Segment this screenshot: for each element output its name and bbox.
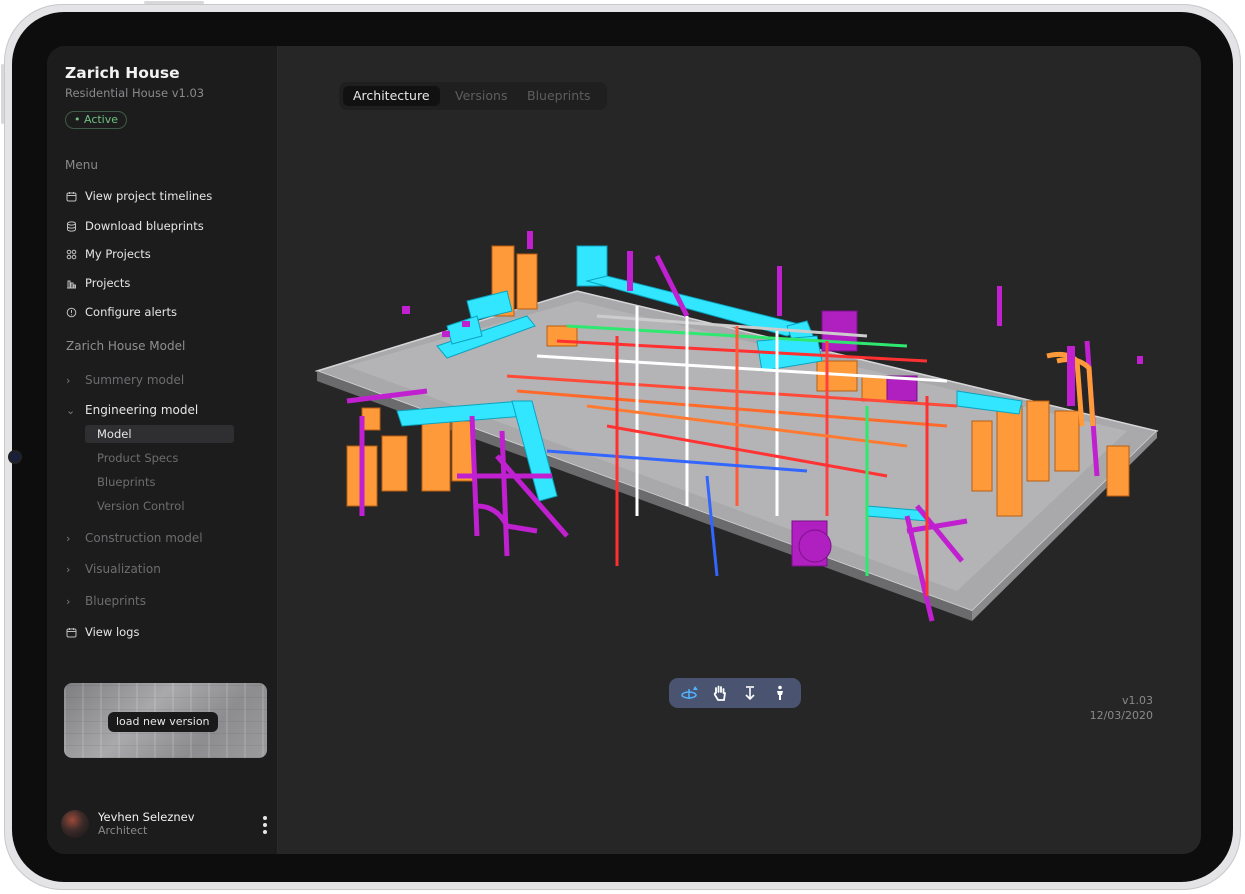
tablet-bezel: Zarich House Residential House v1.03 • A… — [10, 12, 1233, 882]
sidebar: Zarich House Residential House v1.03 • A… — [47, 46, 278, 854]
info-icon — [65, 306, 77, 318]
tree-label: Summery model — [85, 373, 185, 387]
nav-configure-alerts[interactable]: Configure alerts — [65, 302, 177, 322]
tree-summery-model[interactable]: › Summery model — [66, 370, 184, 390]
camera-icon — [10, 452, 20, 462]
version-date: 12/03/2020 — [1089, 709, 1153, 722]
tree-label: Engineering model — [85, 403, 199, 417]
tree-label: Visualization — [85, 562, 161, 576]
calendar-icon — [65, 190, 77, 202]
tab-blueprints[interactable]: Blueprints — [517, 86, 601, 106]
nav-label: Projects — [85, 276, 131, 290]
power-button — [144, 1, 204, 4]
status-badge: • Active — [65, 111, 128, 129]
nav-label: View project timelines — [85, 189, 213, 203]
nav-my-projects[interactable]: My Projects — [65, 244, 151, 264]
chart-icon — [65, 277, 77, 289]
database-icon — [65, 220, 77, 232]
calendar-icon — [65, 626, 77, 638]
sub-item-blueprints[interactable]: Blueprints — [85, 473, 234, 491]
tree-construction-model[interactable]: › Construction model — [66, 528, 203, 548]
orbit-icon[interactable] — [679, 682, 701, 704]
chevron-down-icon: ⌄ — [66, 403, 76, 417]
nav-view-logs[interactable]: View logs — [65, 622, 139, 642]
avatar[interactable] — [61, 810, 89, 838]
sub-item-product-specs[interactable]: Product Specs — [85, 449, 234, 467]
viewer-toolbar — [669, 678, 801, 708]
nav-label: Download blueprints — [85, 219, 204, 233]
grid-icon — [65, 248, 77, 260]
tree-visualization[interactable]: › Visualization — [66, 559, 161, 579]
3d-model-viewport[interactable] — [307, 176, 1187, 636]
nav-projects[interactable]: Projects — [65, 273, 130, 293]
nav-label: View logs — [85, 625, 140, 639]
app-screen: Zarich House Residential House v1.03 • A… — [47, 46, 1201, 854]
menu-heading: Menu — [65, 158, 98, 172]
version-preview-card: load new version — [64, 683, 267, 758]
nav-label: My Projects — [85, 247, 151, 261]
chevron-right-icon: › — [66, 594, 71, 608]
user-name: Yevhen Seleznev — [98, 810, 195, 824]
load-new-version-button[interactable]: load new version — [108, 712, 218, 732]
nav-label: Configure alerts — [85, 305, 177, 319]
tablet-frame: Zarich House Residential House v1.03 • A… — [1, 1, 1241, 890]
tree-blueprints[interactable]: › Blueprints — [66, 591, 146, 611]
version-number: v1.03 — [1121, 694, 1153, 707]
tab-architecture[interactable]: Architecture — [343, 86, 440, 106]
chevron-right-icon: › — [66, 562, 71, 576]
more-options-icon[interactable] — [261, 814, 269, 836]
sub-item-model[interactable]: Model — [85, 425, 234, 443]
project-title: Zarich House — [65, 64, 180, 82]
tree-label: Blueprints — [85, 594, 147, 608]
view-tabs: Architecture Versions Blueprints — [339, 82, 607, 110]
pan-hand-icon[interactable] — [709, 682, 731, 704]
nav-view-project-timelines[interactable]: View project timelines — [65, 186, 212, 206]
model-section-heading: Zarich House Model — [66, 339, 186, 353]
chevron-right-icon: › — [66, 531, 71, 545]
volume-button — [1, 64, 4, 124]
version-info: v1.03 12/03/2020 — [1090, 693, 1153, 723]
tab-versions[interactable]: Versions — [445, 86, 517, 106]
tree-engineering-model[interactable]: ⌄ Engineering model — [66, 400, 198, 420]
sub-item-version-control[interactable]: Version Control — [85, 497, 234, 515]
chevron-right-icon: › — [66, 373, 71, 387]
user-role: Architect — [98, 824, 148, 837]
walk-person-icon[interactable] — [769, 682, 791, 704]
project-subtitle: Residential House v1.03 — [65, 86, 205, 100]
vertical-move-icon[interactable] — [739, 682, 761, 704]
tree-label: Construction model — [85, 531, 203, 545]
nav-download-blueprints[interactable]: Download blueprints — [65, 216, 204, 236]
